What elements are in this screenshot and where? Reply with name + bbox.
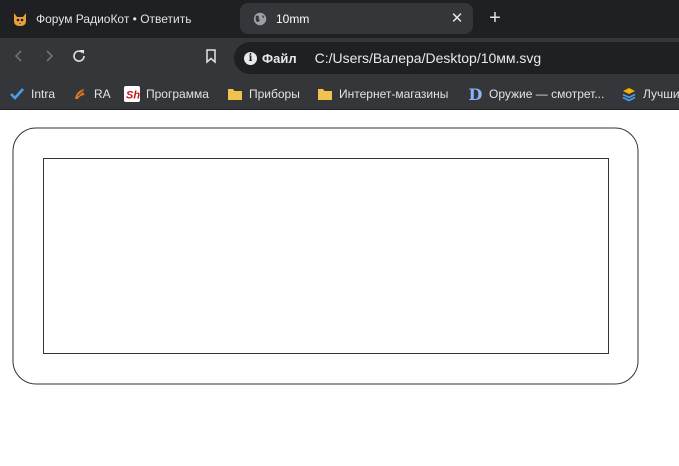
new-tab-button[interactable]: + (485, 8, 505, 28)
bookmark-icon (204, 48, 218, 69)
tab-title: 10mm (276, 11, 310, 26)
cat-icon (12, 11, 28, 27)
page-content (0, 111, 679, 466)
back-arrow-icon (12, 49, 26, 68)
toolbar: i Файл C:/Users/Валера/Desktop/10мм.svg (0, 38, 679, 78)
bookmark-programma[interactable]: Sh Программа (124, 84, 209, 104)
svg-text:Sh: Sh (126, 90, 140, 102)
bookmark-ra[interactable]: RA (72, 84, 111, 104)
tab-10mm[interactable]: 10mm ✕ (240, 3, 473, 34)
folder-icon (227, 86, 243, 102)
inner-rectangle (43, 158, 609, 354)
bookmark-internet-magaziny[interactable]: Интернет-магазины (317, 84, 448, 104)
forward-button[interactable] (39, 48, 59, 68)
tab-radiokot[interactable]: Форум РадиоКот • Ответить (6, 3, 231, 34)
url-text[interactable]: C:/Users/Валера/Desktop/10мм.svg (315, 50, 542, 66)
site-info-label: Файл (262, 50, 297, 66)
back-button[interactable] (9, 48, 29, 68)
sh-icon: Sh (124, 86, 140, 102)
bookmark-label: Intra (31, 87, 56, 101)
site-info-chip[interactable]: i Файл (242, 46, 305, 70)
stack-icon (621, 86, 637, 102)
svg-text:D: D (469, 86, 483, 102)
globe-icon (252, 11, 268, 27)
outer-rounded-rectangle (12, 127, 639, 385)
tab-title: Форум РадиоКот • Ответить (36, 11, 192, 26)
forward-arrow-icon (42, 49, 56, 68)
bookmark-label: Оружие — смотрет... (489, 87, 605, 101)
checkmark-icon (9, 86, 25, 102)
bookmarks-bar: Intra RA Sh Программа Приборы Интернет-м… (0, 78, 679, 110)
bookmark-label: Лучши (643, 87, 679, 101)
bookmark-intra[interactable]: Intra (9, 84, 55, 104)
svg-document (12, 127, 639, 385)
bookmark-label: Программа (146, 87, 209, 101)
close-icon[interactable]: ✕ (449, 10, 465, 27)
info-icon: i (244, 51, 257, 65)
d-logo-icon: D (467, 86, 483, 102)
address-bar[interactable]: i Файл C:/Users/Валера/Desktop/10мм.svg (234, 42, 679, 74)
tab-strip: Форум РадиоКот • Ответить 10mm ✕ + (0, 0, 679, 38)
ra-icon (72, 86, 88, 102)
reload-button[interactable] (69, 48, 89, 68)
bookmark-oruzhie[interactable]: D Оружие — смотрет... (467, 84, 605, 104)
bookmark-label: Приборы (249, 87, 300, 101)
bookmark-pribory[interactable]: Приборы (227, 84, 300, 104)
folder-icon (317, 86, 333, 102)
bookmark-label: Интернет-магазины (339, 87, 449, 101)
bookmark-page-button[interactable] (201, 48, 221, 68)
bookmark-label: RA (94, 87, 111, 101)
reload-icon (71, 48, 87, 69)
bookmark-luchshie[interactable]: Лучши (621, 84, 679, 104)
